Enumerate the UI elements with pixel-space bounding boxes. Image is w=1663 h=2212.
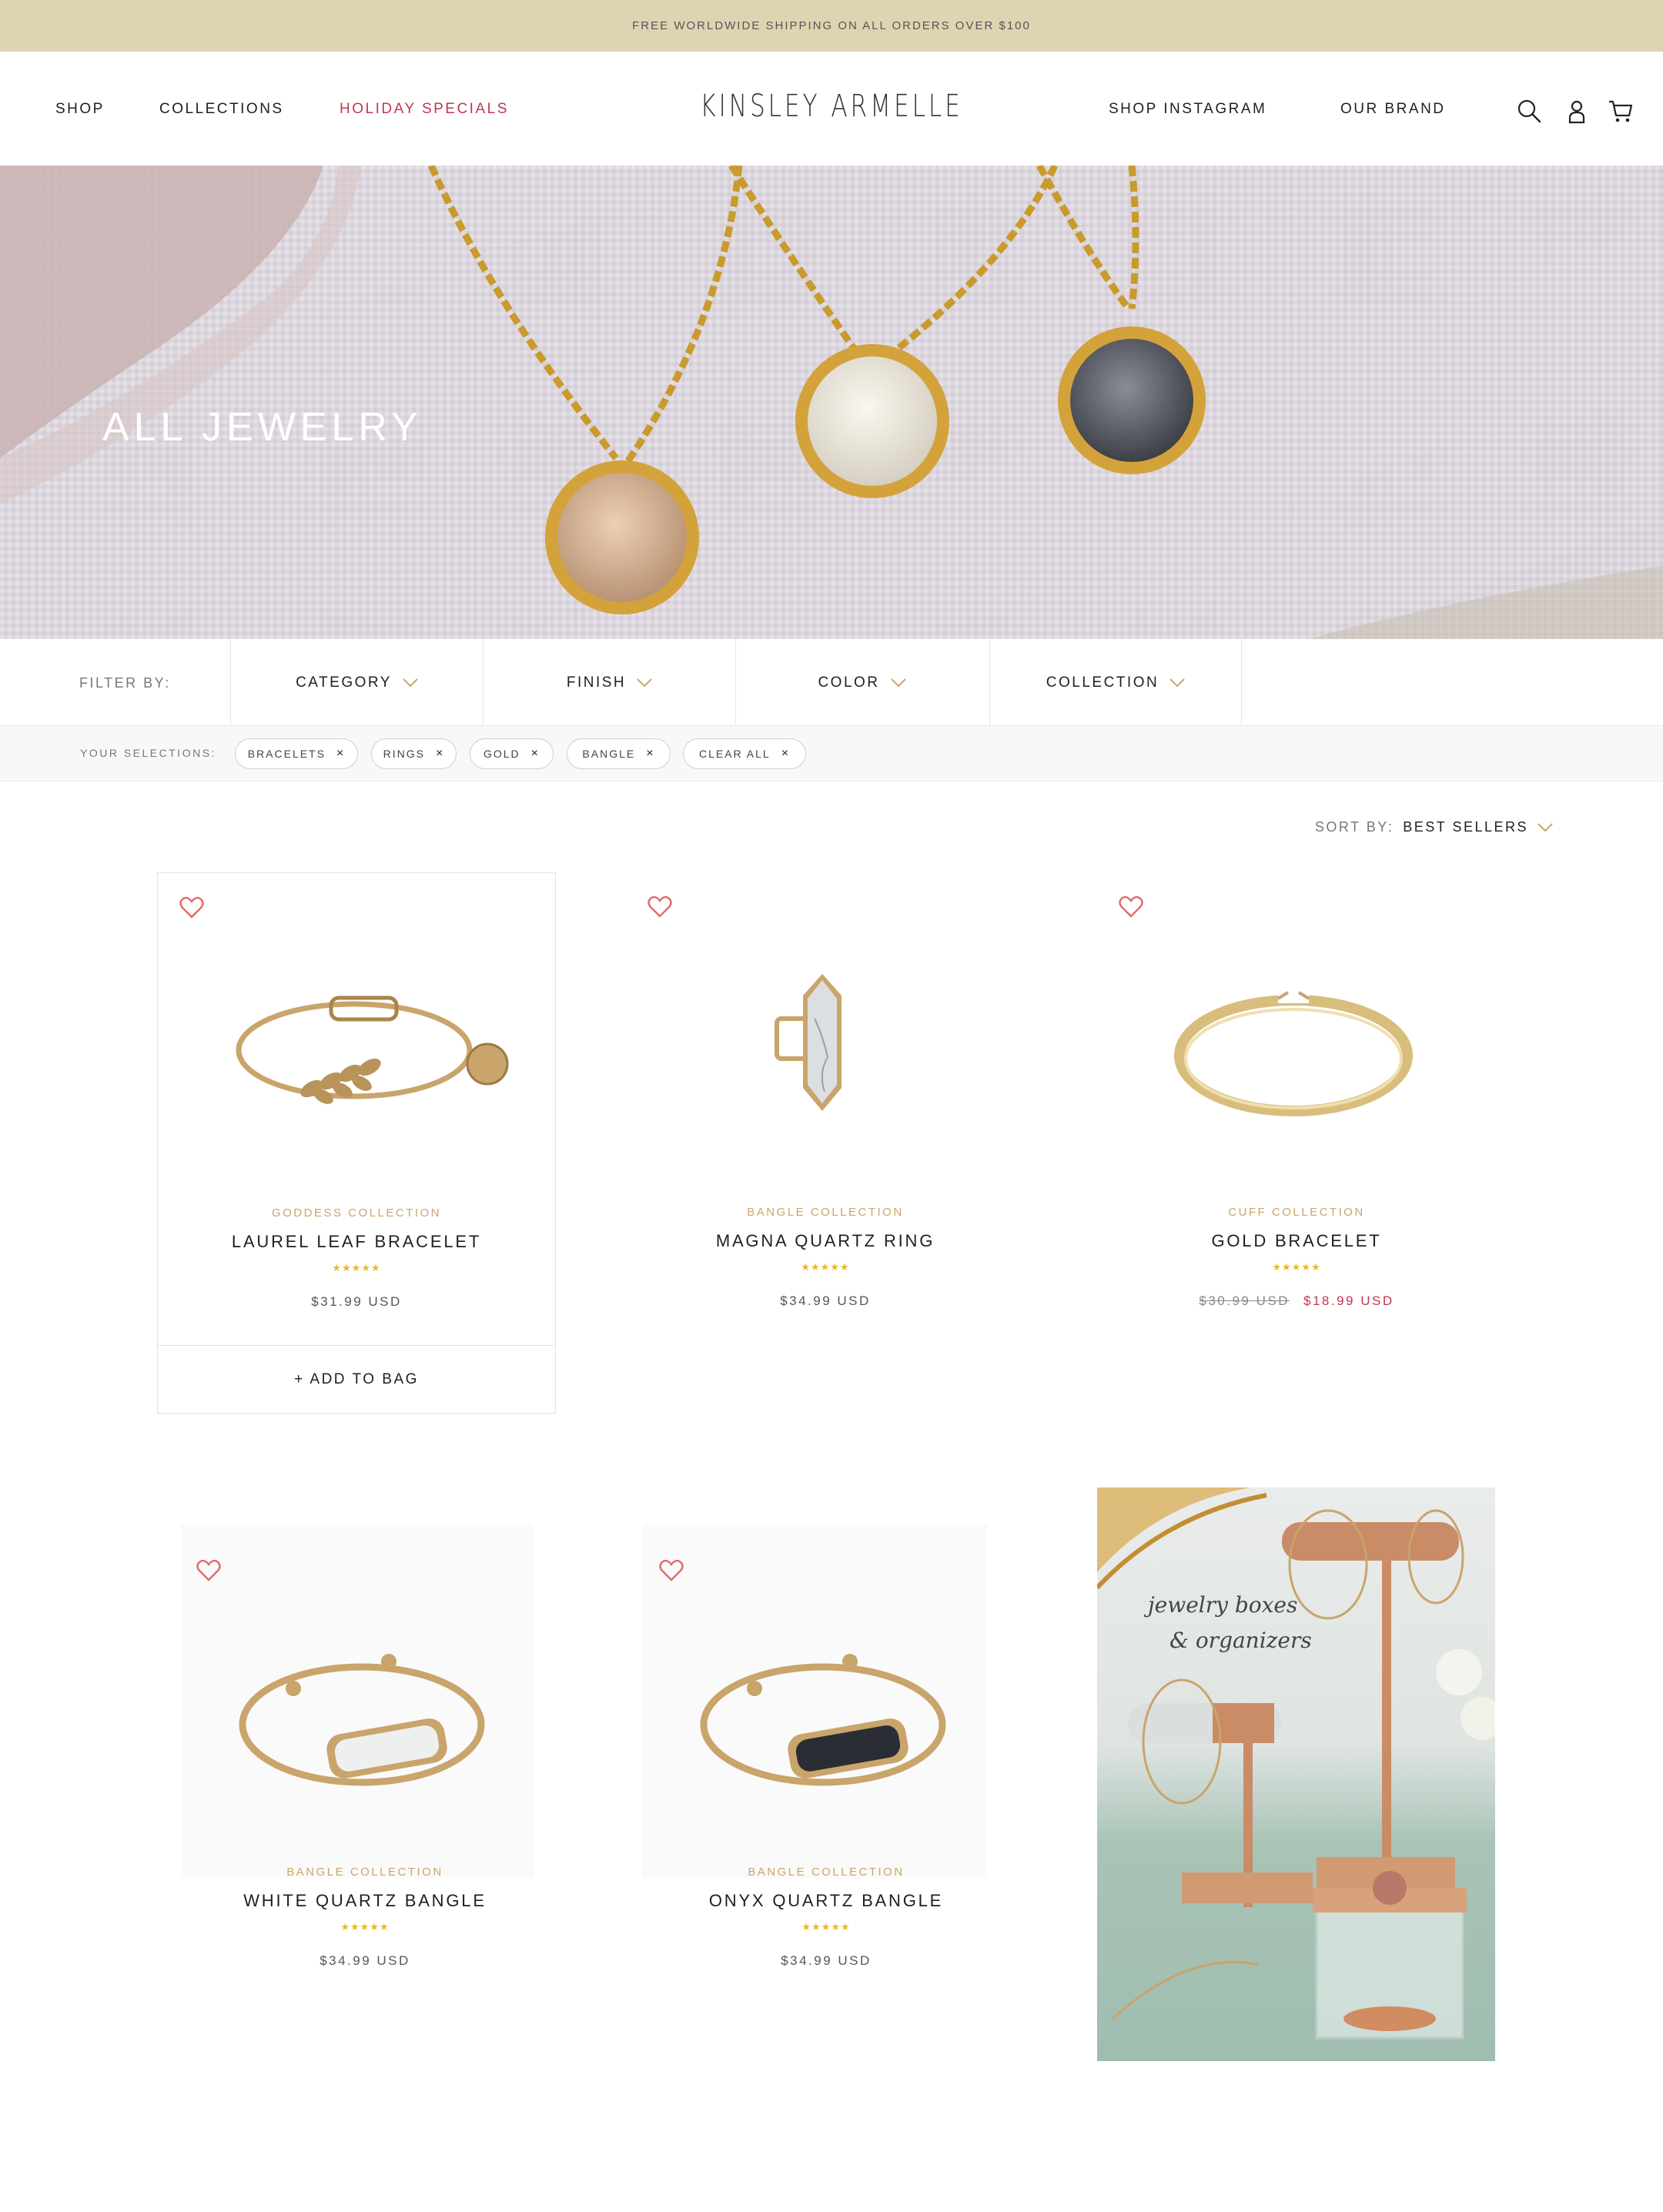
filter-bar: FILTER BY: CATEGORY FINISH COLOR COLLECT… xyxy=(0,639,1663,726)
promo-image xyxy=(1097,1487,1495,2040)
chip-label: BRACELETS xyxy=(247,748,326,760)
chevron-down-icon xyxy=(890,678,906,687)
selections-label: YOUR SELECTIONS: xyxy=(80,747,216,759)
chip-clear-all[interactable]: CLEAR ALL × xyxy=(683,738,806,769)
filter-color-label: COLOR xyxy=(818,674,880,691)
rating-stars: ★★★★★ xyxy=(340,1921,390,1933)
chip-gold[interactable]: GOLD × xyxy=(470,738,554,769)
chevron-down-icon xyxy=(1169,678,1185,687)
close-icon[interactable]: × xyxy=(336,747,345,761)
product-name[interactable]: ONYX QUARTZ BANGLE xyxy=(627,1891,1026,1911)
rating-stars: ★★★★★ xyxy=(1272,1261,1321,1273)
product-image[interactable] xyxy=(626,942,1025,1150)
chip-label: GOLD xyxy=(483,748,520,760)
close-icon[interactable]: × xyxy=(646,747,654,761)
close-icon[interactable]: × xyxy=(781,747,790,761)
product-collection: BANGLE COLLECTION xyxy=(747,1206,904,1219)
promo-line-2: & organizers xyxy=(1169,1628,1312,1653)
site-header: SHOP COLLECTIONS HOLIDAY SPECIALS KINSLE… xyxy=(0,52,1663,166)
product-price: $30.99 USD $18.99 USD xyxy=(1097,1293,1496,1309)
heart-icon[interactable] xyxy=(659,1559,684,1582)
filter-label: FILTER BY: xyxy=(79,675,171,691)
filter-finish-label: FINISH xyxy=(566,674,627,691)
cart-icon[interactable] xyxy=(1608,98,1634,124)
hero-necklaces-image xyxy=(0,166,1663,639)
product-card[interactable]: GODDESS COLLECTION LAUREL LEAF BRACELET … xyxy=(157,872,556,1414)
filter-collection-label: COLLECTION xyxy=(1046,674,1159,691)
chip-label: RINGS xyxy=(383,748,425,760)
nav-shop[interactable]: SHOP xyxy=(55,101,105,118)
page-title: ALL JEWELRY xyxy=(102,405,423,450)
filter-collection[interactable]: COLLECTION xyxy=(989,639,1242,726)
filter-finish[interactable]: FINISH xyxy=(483,639,735,726)
chip-bangle[interactable]: BANGLE × xyxy=(567,738,671,769)
product-image[interactable] xyxy=(627,1609,1026,1809)
product-image[interactable] xyxy=(158,942,557,1150)
chip-label: BANGLE xyxy=(582,748,636,760)
product-collection: CUFF COLLECTION xyxy=(1228,1206,1365,1219)
announcement-bar: FREE WORLDWIDE SHIPPING ON ALL ORDERS OV… xyxy=(0,0,1663,52)
brand-logo[interactable]: KINSLEY ARMELLE xyxy=(183,89,1481,124)
heart-icon[interactable] xyxy=(196,1559,221,1582)
heart-icon[interactable] xyxy=(647,895,672,919)
rating-stars: ★★★★★ xyxy=(801,1921,851,1933)
selections-bar: YOUR SELECTIONS: BRACELETS × RINGS × GOLD ×… xyxy=(0,726,1663,781)
add-to-bag-button[interactable]: + ADD TO BAG xyxy=(158,1345,555,1413)
product-name[interactable]: GOLD BRACELET xyxy=(1097,1231,1496,1251)
product-image[interactable] xyxy=(1097,942,1496,1150)
filter-category[interactable]: CATEGORY xyxy=(230,639,483,726)
chevron-down-icon xyxy=(403,678,418,687)
hero-banner: ALL JEWELRY xyxy=(0,166,1663,639)
product-card[interactable]: CUFF COLLECTION GOLD BRACELET ★★★★★ $30.… xyxy=(1097,872,1496,1334)
product-card[interactable]: BANGLE COLLECTION ONYX QUARTZ BANGLE ★★★… xyxy=(627,1517,1026,1979)
heart-icon[interactable] xyxy=(1119,895,1143,919)
product-name[interactable]: LAUREL LEAF BRACELET xyxy=(158,1232,555,1252)
chip-bracelets[interactable]: BRACELETS × xyxy=(235,738,358,769)
product-price: $34.99 USD xyxy=(780,1293,871,1308)
product-name[interactable]: WHITE QUARTZ BANGLE xyxy=(166,1891,564,1911)
chevron-down-icon xyxy=(1538,822,1553,832)
product-price: $34.99 USD xyxy=(781,1953,872,1968)
sort-label: SORT BY: xyxy=(1314,819,1394,835)
account-icon[interactable] xyxy=(1564,98,1590,124)
chevron-down-icon xyxy=(637,678,652,687)
product-collection: BANGLE COLLECTION xyxy=(286,1866,443,1879)
nav-our-brand[interactable]: OUR BRAND xyxy=(1340,101,1446,118)
heart-icon[interactable] xyxy=(179,896,204,919)
sort-dropdown[interactable]: SORT BY: BEST SELLERS xyxy=(1315,819,1553,835)
product-image[interactable] xyxy=(166,1609,564,1809)
product-collection: GODDESS COLLECTION xyxy=(271,1206,442,1220)
product-price: $31.99 USD xyxy=(311,1294,402,1309)
rating-stars: ★★★★★ xyxy=(332,1262,381,1273)
close-icon[interactable]: × xyxy=(531,747,540,761)
chip-label: CLEAR ALL xyxy=(698,748,771,760)
nav-shop-instagram[interactable]: SHOP INSTAGRAM xyxy=(1109,101,1266,118)
product-name[interactable]: MAGNA QUARTZ RING xyxy=(626,1231,1025,1251)
chip-rings[interactable]: RINGS × xyxy=(371,738,457,769)
filter-color[interactable]: COLOR xyxy=(735,639,988,726)
original-price: $30.99 USD xyxy=(1199,1293,1290,1308)
close-icon[interactable]: × xyxy=(436,747,444,761)
promo-text: jewelry boxes & organizers xyxy=(1148,1588,1312,1658)
announcement-text: FREE WORLDWIDE SHIPPING ON ALL ORDERS OV… xyxy=(632,19,1031,32)
promo-line-1: jewelry boxes xyxy=(1148,1592,1298,1618)
promo-jewelry-boxes[interactable]: jewelry boxes & organizers xyxy=(1097,1487,1495,2061)
sale-price: $18.99 USD xyxy=(1303,1293,1394,1308)
search-icon[interactable] xyxy=(1516,98,1542,124)
product-price: $34.99 USD xyxy=(320,1953,410,1968)
product-card[interactable]: BANGLE COLLECTION WHITE QUARTZ BANGLE ★★… xyxy=(166,1517,564,1979)
product-collection: BANGLE COLLECTION xyxy=(748,1866,905,1879)
rating-stars: ★★★★★ xyxy=(801,1261,850,1273)
sort-value: BEST SELLERS xyxy=(1403,819,1528,835)
product-card[interactable]: BANGLE COLLECTION MAGNA QUARTZ RING ★★★★… xyxy=(626,872,1025,1334)
filter-category-label: CATEGORY xyxy=(296,674,392,691)
